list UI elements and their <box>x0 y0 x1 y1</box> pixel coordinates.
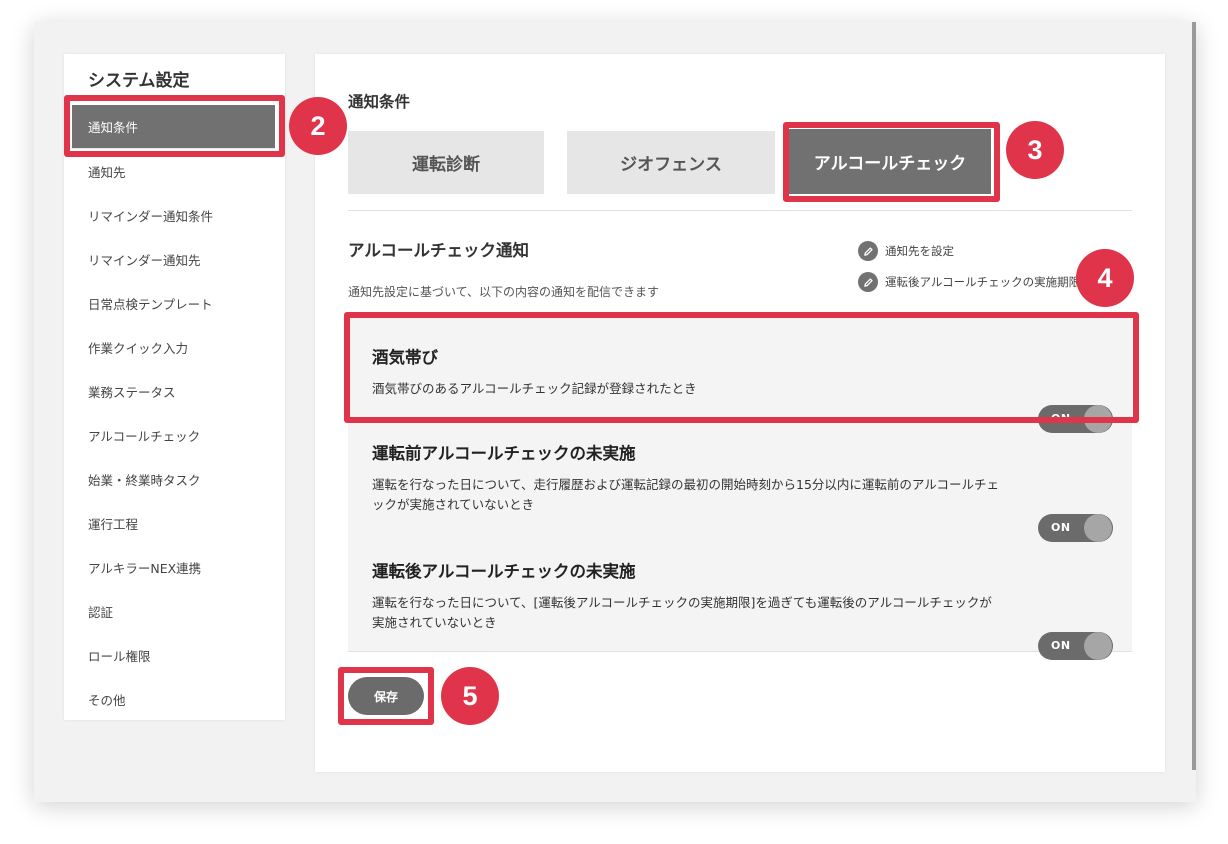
sidebar-list: 通知条件 通知先 リマインダー通知条件 リマインダー通知先 日常点検テンプレート… <box>64 105 285 721</box>
toggle-knob <box>1084 514 1112 542</box>
callout-badge: 2 <box>289 97 347 155</box>
callout-badge: 5 <box>441 667 499 725</box>
tab-alcohol-check[interactable]: アルコールチェック <box>789 129 991 194</box>
pencil-icon <box>858 241 878 261</box>
notification-list: 酒気帯び 酒気帯びのあるアルコールチェック記録が登録されたとき ON 運転前アル… <box>348 318 1132 660</box>
settings-sidebar: システム設定 通知条件 通知先 リマインダー通知条件 リマインダー通知先 日常点… <box>64 54 285 720</box>
post-drive-deadline-link[interactable]: 運転後アルコールチェックの実施期限 <box>858 272 1080 292</box>
toggle-post-drive-check[interactable]: ON <box>1038 632 1113 660</box>
sidebar-item-operation-process[interactable]: 運行工程 <box>64 501 285 545</box>
pencil-icon <box>858 272 878 292</box>
sidebar-item-daily-inspection-template[interactable]: 日常点検テンプレート <box>64 281 285 325</box>
tab-geofence[interactable]: ジオフェンス <box>567 131 775 194</box>
toggle-drunk[interactable]: ON <box>1038 405 1113 433</box>
callout-badge: 3 <box>1006 121 1064 179</box>
notification-description: 運転を行なった日について、走行履歴および運転記録の最初の開始時刻から15分以内に… <box>372 477 1000 512</box>
post-drive-deadline-label: 運転後アルコールチェックの実施期限 <box>885 275 1081 289</box>
set-recipients-label: 通知先を設定 <box>885 244 954 258</box>
notification-item: 酒気帯び 酒気帯びのあるアルコールチェック記録が登録されたとき <box>372 344 1002 399</box>
sidebar-item-notification-recipients[interactable]: 通知先 <box>64 149 285 193</box>
notification-description: 運転を行なった日について、[運転後アルコールチェックの実施期限]を過ぎても運転後… <box>372 595 992 630</box>
sidebar-item-quick-input[interactable]: 作業クイック入力 <box>64 325 285 369</box>
sidebar-item-reminder-recipients[interactable]: リマインダー通知先 <box>64 237 285 281</box>
callout-badge: 4 <box>1076 249 1134 307</box>
toggle-knob <box>1084 632 1112 660</box>
toggle-knob <box>1084 405 1112 433</box>
sidebar-item-start-end-tasks[interactable]: 始業・終業時タスク <box>64 457 285 501</box>
sidebar-item-notification-conditions[interactable]: 通知条件 <box>72 105 275 149</box>
notification-title: 運転前アルコールチェックの未実施 <box>372 444 636 463</box>
save-button[interactable]: 保存 <box>348 677 424 715</box>
notification-description: 酒気帯びのあるアルコールチェック記録が登録されたとき <box>372 381 697 396</box>
tab-divider <box>348 210 1132 211</box>
notification-title: 酒気帯び <box>372 348 438 367</box>
sidebar-item-alcohol-check[interactable]: アルコールチェック <box>64 413 285 457</box>
sidebar-item-alkiller-nex[interactable]: アルキラーNEX連携 <box>64 545 285 589</box>
sidebar-title: システム設定 <box>88 71 190 91</box>
tab-driving-diagnosis[interactable]: 運転診断 <box>348 131 544 194</box>
set-recipients-link[interactable]: 通知先を設定 <box>858 241 954 261</box>
toggle-label: ON <box>1051 639 1071 652</box>
page-title: 通知条件 <box>348 93 411 111</box>
toggle-pre-drive-check[interactable]: ON <box>1038 514 1113 542</box>
sidebar-item-reminder-conditions[interactable]: リマインダー通知条件 <box>64 193 285 237</box>
window-scrollbar[interactable] <box>1192 22 1196 770</box>
section-title: アルコールチェック通知 <box>348 241 530 260</box>
sidebar-item-authentication[interactable]: 認証 <box>64 589 285 633</box>
notification-title: 運転後アルコールチェックの未実施 <box>372 562 636 581</box>
sidebar-item-other[interactable]: その他 <box>64 677 285 721</box>
sidebar-item-work-status[interactable]: 業務ステータス <box>64 369 285 413</box>
toggle-label: ON <box>1051 521 1071 534</box>
toggle-label: ON <box>1051 412 1071 425</box>
sidebar-item-role-permissions[interactable]: ロール権限 <box>64 633 285 677</box>
notification-item: 運転後アルコールチェックの未実施 運転を行なった日について、[運転後アルコールチ… <box>372 558 1002 633</box>
notification-item: 運転前アルコールチェックの未実施 運転を行なった日について、走行履歴および運転記… <box>372 440 1002 515</box>
section-description: 通知先設定に基づいて、以下の内容の通知を配信できます <box>348 285 660 299</box>
